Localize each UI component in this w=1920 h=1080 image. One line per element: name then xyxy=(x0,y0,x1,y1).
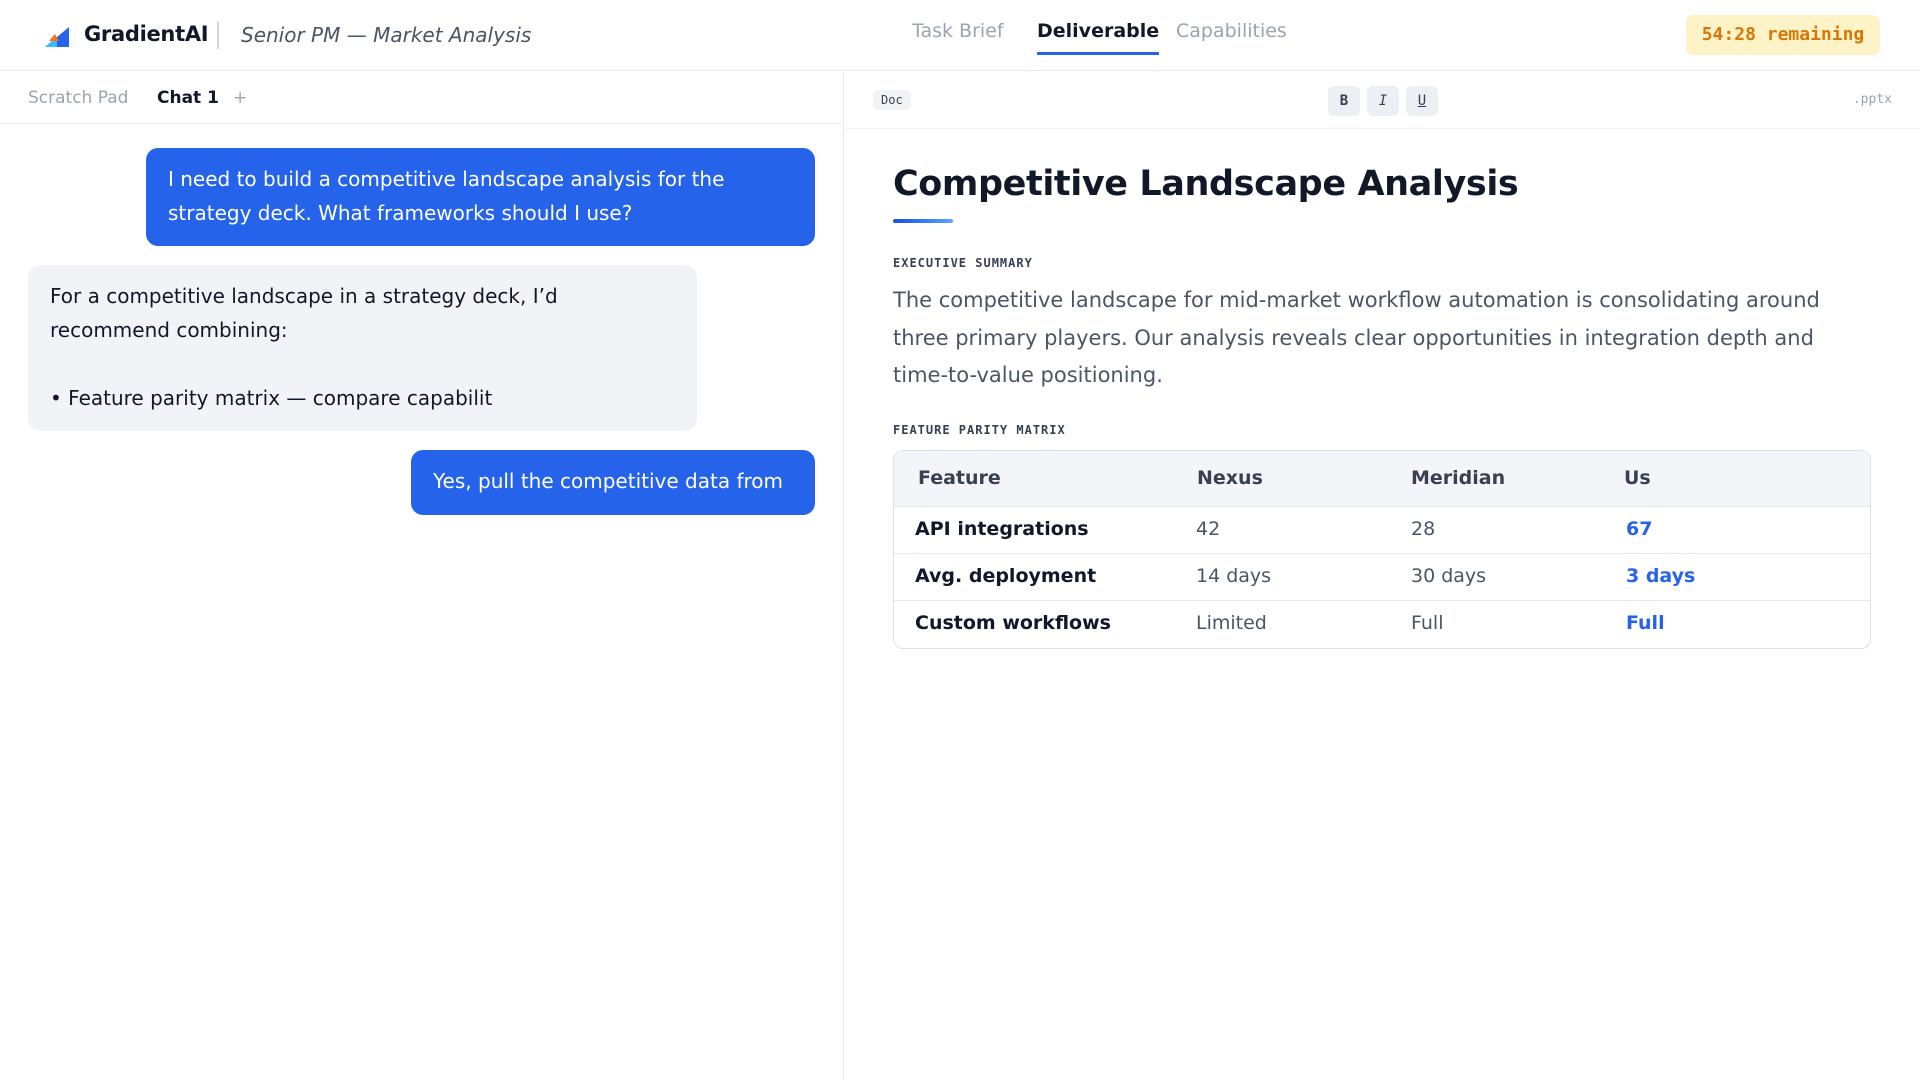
add-chat-button[interactable]: + xyxy=(233,88,247,108)
assistant-message: For a competitive landscape in a strateg… xyxy=(28,265,697,431)
table-cell: 42 xyxy=(1196,518,1221,540)
tab-deliverable[interactable]: Deliverable xyxy=(1037,20,1160,55)
user-message: Yes, pull the competitive data from xyxy=(411,450,815,515)
table-cell: Full xyxy=(1411,612,1444,634)
doc-type-chip[interactable]: Doc xyxy=(873,90,911,110)
table-row: Custom workflows Limited Full Full xyxy=(894,601,1870,648)
tab-scratch-pad[interactable]: Scratch Pad xyxy=(28,88,128,108)
time-remaining-badge: 54:28 remaining xyxy=(1686,15,1880,55)
table-cell: 30 days xyxy=(1411,565,1487,587)
tab-capabilities[interactable]: Capabilities xyxy=(1176,20,1287,52)
table-cell: API integrations xyxy=(915,518,1089,540)
chat-panel: Scratch Pad Chat 1 + I need to build a c… xyxy=(0,72,844,1080)
message-line: strategy deck. What frameworks should I … xyxy=(168,201,633,225)
italic-button[interactable]: I xyxy=(1367,86,1399,116)
table-cell: Full xyxy=(1626,612,1665,634)
underline-button[interactable]: U xyxy=(1406,86,1438,116)
gradient-logo-icon xyxy=(45,27,69,47)
deliverable-panel: Doc B I U .pptx Competitive Landscape An… xyxy=(845,72,1920,1080)
table-row: Avg. deployment 14 days 30 days 3 days xyxy=(894,554,1870,601)
file-extension-label: .pptx xyxy=(1852,92,1892,107)
summary-line: The competitive landscape for mid-market… xyxy=(893,288,1820,312)
column-header: Nexus xyxy=(1197,467,1263,489)
top-header: GradientAI Senior PM — Market Analysis T… xyxy=(0,0,1920,71)
brand-name: GradientAI xyxy=(84,22,209,46)
table-header-row: Feature Nexus Meridian Us xyxy=(894,451,1870,507)
editor-toolbar: Doc B I U .pptx xyxy=(845,72,1920,129)
tab-chat-1[interactable]: Chat 1 xyxy=(157,88,219,108)
column-header: Meridian xyxy=(1411,467,1506,489)
table-cell: Custom workflows xyxy=(915,612,1111,634)
message-line: I need to build a competitive landscape … xyxy=(168,167,725,191)
bold-button[interactable]: B xyxy=(1328,86,1360,116)
feature-parity-table[interactable]: Feature Nexus Meridian Us API integratio… xyxy=(893,450,1871,649)
user-message: I need to build a competitive landscape … xyxy=(146,148,815,246)
task-subtitle: Senior PM — Market Analysis xyxy=(241,23,532,47)
table-cell: Avg. deployment xyxy=(915,565,1097,587)
tab-task-brief[interactable]: Task Brief xyxy=(912,20,1004,52)
table-row: API integrations 42 28 67 xyxy=(894,507,1870,554)
header-divider xyxy=(217,22,219,49)
table-cell: 14 days xyxy=(1196,565,1272,587)
message-line: Yes, pull the competitive data from xyxy=(433,469,783,493)
table-cell: Limited xyxy=(1196,612,1267,634)
table-cell: 28 xyxy=(1411,518,1436,540)
column-header: Feature xyxy=(918,467,1001,489)
message-line: recommend combining: xyxy=(50,318,288,342)
message-line: • Feature parity matrix — compare capabi… xyxy=(50,386,493,410)
table-cell: 67 xyxy=(1626,518,1653,540)
feature-matrix-heading: FEATURE PARITY MATRIX xyxy=(893,423,1066,437)
title-accent-bar xyxy=(893,219,953,223)
column-header: Us xyxy=(1624,467,1651,489)
table-cell: 3 days xyxy=(1626,565,1696,587)
executive-summary-heading: EXECUTIVE SUMMARY xyxy=(893,256,1033,270)
summary-line: time-to-value positioning. xyxy=(893,363,1163,387)
document-title[interactable]: Competitive Landscape Analysis xyxy=(893,164,1519,204)
message-line: For a competitive landscape in a strateg… xyxy=(50,284,558,308)
executive-summary-text[interactable]: The competitive landscape for mid-market… xyxy=(893,282,1893,395)
chat-tabs: Scratch Pad Chat 1 + xyxy=(0,72,844,124)
summary-line: three primary players. Our analysis reve… xyxy=(893,325,1814,350)
